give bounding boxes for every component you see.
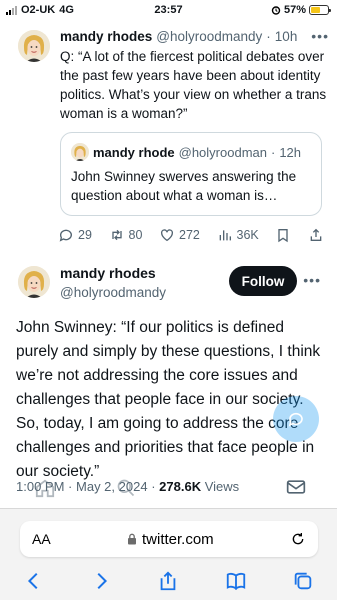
carrier-label: O2-UK [21, 4, 56, 16]
like-count: 272 [179, 228, 200, 242]
battery-icon [309, 5, 331, 15]
views-count: 278.6K [159, 479, 202, 494]
url-display[interactable]: twitter.com [127, 531, 214, 548]
quoted-tweet-header: mandy rhode @holyroodman · 12h [71, 143, 311, 161]
views-count: 36K [236, 228, 259, 242]
floating-action-button[interactable] [273, 396, 319, 442]
bookmarks-icon[interactable] [225, 570, 247, 592]
quoted-author-handle: @holyroodman [178, 144, 267, 160]
views-label: Views [204, 479, 240, 494]
url-text: twitter.com [142, 530, 214, 548]
tweet-header: mandy rhodes @holyroodmandy · 10h [60, 28, 328, 46]
reply-icon [288, 412, 303, 427]
quoted-avatar [71, 143, 89, 161]
tweet-text: John Swinney: “If our politics is define… [16, 319, 321, 480]
avatar[interactable] [18, 266, 50, 298]
more-options-icon[interactable]: ••• [311, 28, 329, 44]
author-name[interactable]: mandy rhodes [60, 265, 156, 281]
share-icon[interactable] [157, 570, 179, 592]
author-handle[interactable]: @holyroodmandy [60, 285, 166, 300]
quoted-tweet[interactable]: mandy rhode @holyroodman · 12h John Swin… [60, 132, 322, 216]
forward-icon[interactable] [90, 570, 112, 592]
views-button[interactable]: 36K [217, 227, 259, 243]
dot-separator: · [266, 29, 271, 44]
quoted-tweet-text: John Swinney swerves answering the quest… [71, 169, 297, 203]
avatar[interactable] [18, 30, 50, 62]
dot-separator: · [270, 144, 276, 160]
follow-button[interactable]: Follow [229, 266, 297, 296]
dot-separator: · [68, 479, 73, 494]
tweet-date[interactable]: May 2, 2024 [76, 479, 148, 494]
more-options-icon[interactable]: ••• [303, 272, 321, 288]
reader-aa-button[interactable]: AA [32, 531, 51, 547]
tweet-actions: 29 80 272 36K [58, 227, 324, 243]
reload-icon[interactable] [290, 531, 306, 547]
reply-count: 29 [78, 228, 92, 242]
browser-nav-toolbar [0, 567, 337, 595]
tweet-text: Q: “A lot of the fiercest political deba… [60, 49, 327, 121]
views-bar-chart-icon [219, 230, 231, 241]
share-button[interactable] [308, 227, 324, 243]
tweet-meta: 1:00 PM · May 2, 2024 · 278.6K Views [16, 479, 239, 494]
tweet-body: mandy rhodes @holyroodmandy · 10h Q: “A … [60, 28, 328, 123]
battery-percent: 57% [283, 4, 306, 16]
share-icon [310, 228, 322, 241]
reply-button[interactable]: 29 [58, 227, 92, 243]
dot-separator: · [151, 479, 156, 494]
tweet-time[interactable]: 1:00 PM [16, 479, 64, 494]
avatar-portrait-icon [71, 143, 89, 161]
tweet-time[interactable]: 10h [275, 28, 298, 46]
author-name[interactable]: mandy rhodes [60, 28, 152, 46]
signal-icon [6, 5, 17, 15]
avatar-portrait-icon [18, 266, 50, 298]
heart-icon [161, 229, 174, 242]
quoted-author-name: mandy rhode [93, 144, 175, 160]
author-handle[interactable]: @holyroodmandy [156, 28, 262, 46]
bookmark-icon [278, 229, 289, 243]
retweet-icon [111, 229, 122, 241]
status-left: O2-UK 4G [6, 4, 74, 16]
bookmark-button[interactable] [275, 227, 291, 243]
network-label: 4G [59, 4, 74, 16]
retweet-button[interactable]: 80 [109, 227, 143, 243]
safari-toolbar: AA twitter.com [0, 508, 337, 600]
status-right: 57% [271, 4, 331, 16]
alarm-icon [271, 6, 281, 15]
avatar-portrait-icon [18, 30, 50, 62]
lock-icon [128, 533, 136, 545]
back-icon[interactable] [23, 570, 45, 592]
clock: 23:57 [154, 4, 183, 16]
battery-fill [311, 7, 321, 13]
address-bar[interactable]: AA twitter.com [20, 521, 318, 557]
quoted-tweet-time: 12h [279, 144, 302, 160]
retweet-count: 80 [128, 228, 143, 242]
mail-icon[interactable] [286, 478, 306, 496]
reply-icon [59, 229, 72, 242]
status-bar: O2-UK 4G 23:57 57% [0, 0, 337, 20]
tabs-icon[interactable] [292, 570, 314, 592]
like-button[interactable]: 272 [159, 227, 200, 243]
